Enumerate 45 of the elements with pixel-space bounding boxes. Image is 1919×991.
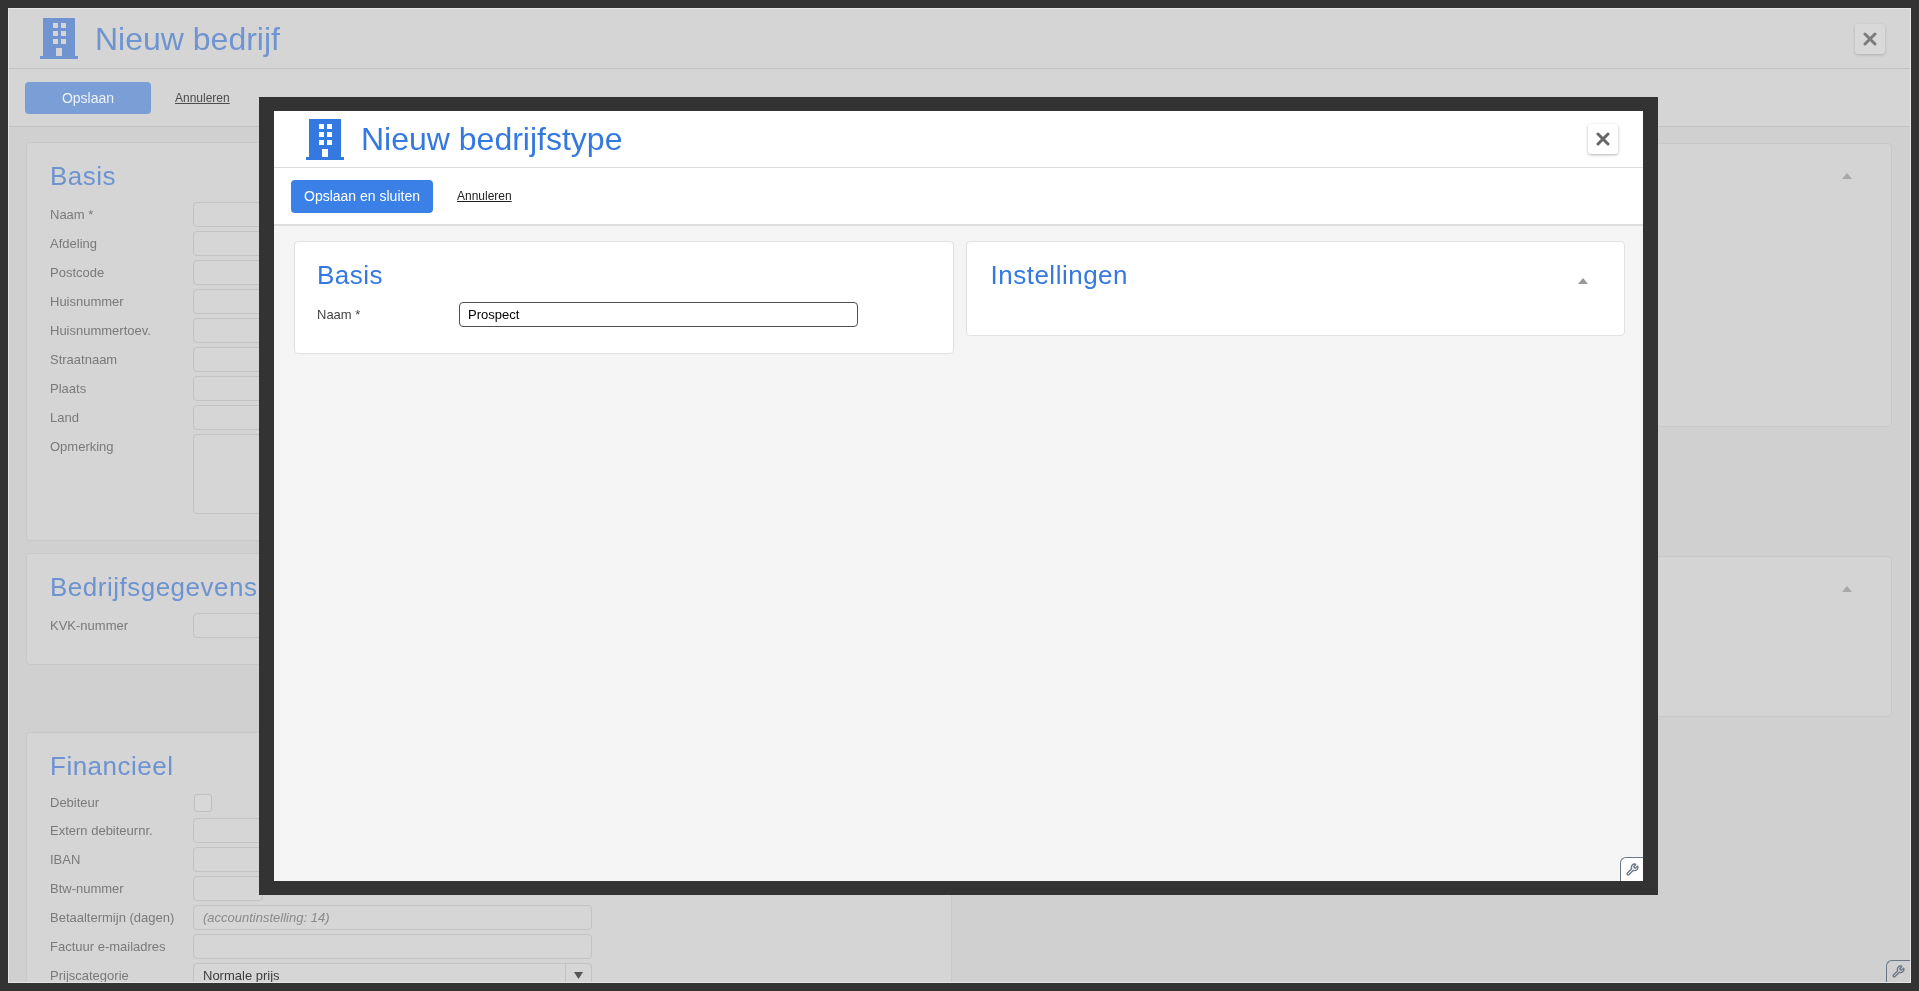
input-field[interactable]: Prospect (459, 302, 858, 327)
wrench-icon (1625, 863, 1639, 876)
caret-up-icon[interactable] (1578, 277, 1588, 284)
cancel-link[interactable]: Annuleren (175, 90, 230, 105)
field-label: Naam * (50, 206, 94, 223)
field-label: Prijscategorie (50, 967, 129, 982)
field-label: Straatnaam (50, 351, 118, 368)
building-icon (40, 18, 78, 59)
section-title: Basis (317, 259, 384, 291)
close-button[interactable] (1855, 23, 1885, 54)
field-label: Extern debiteurnr. (50, 822, 153, 839)
input-field[interactable] (193, 876, 263, 901)
close-icon (1863, 31, 1877, 46)
checkbox[interactable] (194, 794, 212, 812)
field-label: Land (50, 409, 79, 426)
field-label: Opmerking (50, 438, 114, 455)
field-label: KVK-nummer (50, 617, 129, 634)
building-icon (306, 118, 344, 160)
field-label: IBAN (50, 851, 81, 868)
field-label: Factuur e-mailadres (50, 938, 166, 955)
field-label: Huisnummertoev. (50, 322, 151, 339)
corner-tool-button[interactable] (1620, 857, 1643, 881)
field-label: Naam * (317, 306, 361, 323)
field-label: Btw-nummer (50, 880, 124, 897)
section-title: Basis (50, 160, 117, 192)
field-label: Betaaltermijn (dagen) (50, 909, 175, 926)
close-icon (1596, 132, 1610, 146)
close-button[interactable] (1588, 124, 1618, 154)
save-close-button[interactable]: Opslaan en sluiten (291, 179, 433, 213)
section-title: Instellingen (990, 259, 1129, 291)
field-label: Postcode (50, 264, 105, 281)
field-label: Debiteur (50, 795, 100, 811)
cancel-link[interactable]: Annuleren (456, 189, 512, 203)
section-title: Financieel (50, 750, 174, 782)
section-title: Bedrijfsgegevens (50, 571, 258, 603)
field-label: Afdeling (50, 235, 97, 252)
corner-tool-button[interactable] (1886, 960, 1910, 982)
wrench-icon (1892, 965, 1905, 978)
dialog-title: Nieuw bedrijfstype (361, 120, 623, 159)
input-field[interactable]: (accountinstelling: 14) (193, 905, 592, 930)
page-title: Nieuw bedrijf (95, 19, 280, 59)
select-field[interactable]: Normale prijs (193, 963, 592, 982)
field-label: Huisnummer (50, 293, 124, 310)
dropdown-caret-icon (574, 972, 583, 979)
field-label: Plaats (50, 380, 87, 397)
